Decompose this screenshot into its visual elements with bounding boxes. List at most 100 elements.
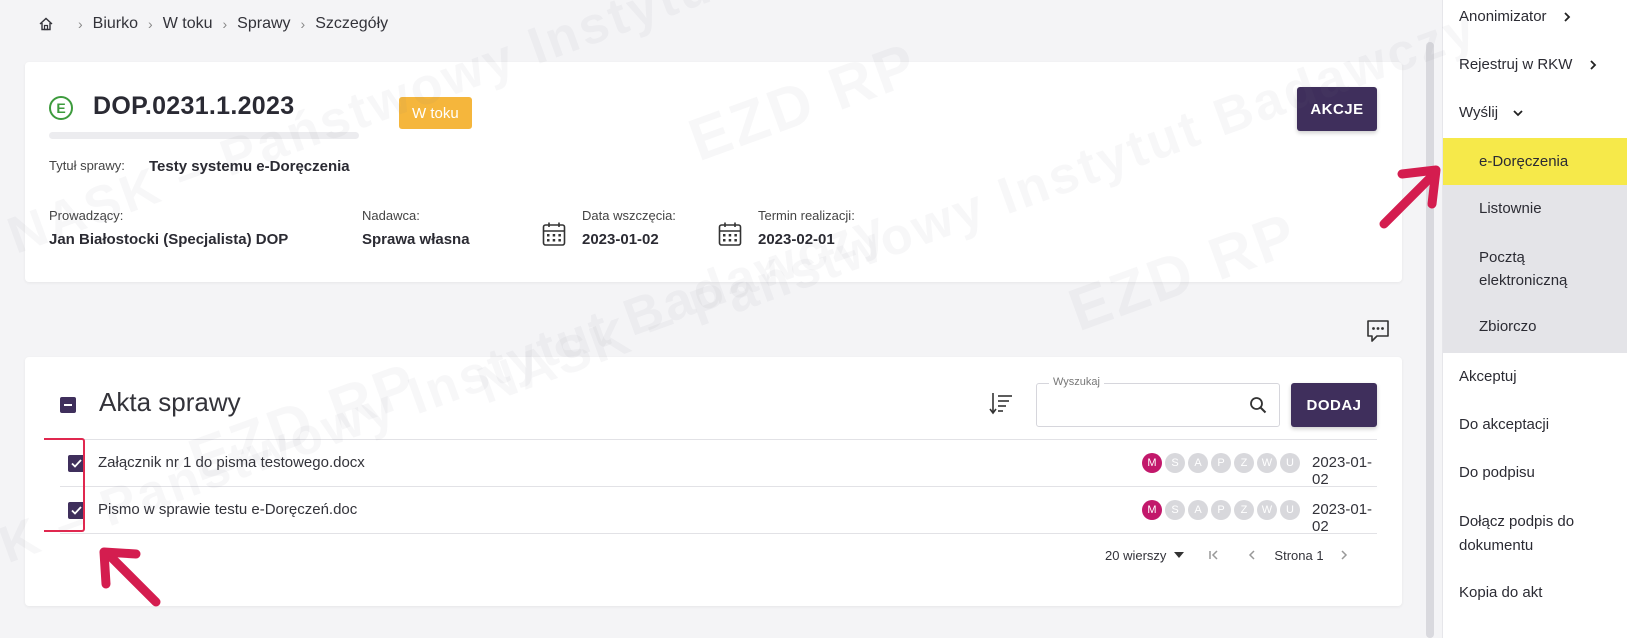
breadcrumb-item-in-progress[interactable]: W toku [163,15,213,33]
sidebar-item-label: Listownie [1479,200,1542,217]
rows-per-page-select[interactable]: 20 wierszy [1105,547,1185,563]
table-row[interactable]: Załącznik nr 1 do pisma testowego.docx M… [60,440,1377,488]
first-page-icon[interactable] [1206,547,1222,563]
chevron-right-icon [1564,12,1570,22]
sidebar-item-label: Do podpisu [1459,464,1535,481]
breadcrumb-separator: › [148,16,153,32]
lead-value: Jan Białostocki (Specjalista) DOP [49,231,289,248]
search-icon[interactable] [1249,396,1267,414]
badge-s: S [1165,500,1185,520]
sidebar-item-label: Wyślij [1459,104,1499,121]
sidebar-item-collective[interactable]: Zbiorczo [1443,301,1627,353]
case-files-card: Akta sprawy Wyszukaj DODAJ Załącznik nr … [25,357,1402,606]
status-badges: M S A P Z W U [1142,453,1300,473]
badge-z: Z [1234,453,1254,473]
breadcrumb-item-desk[interactable]: Biurko [93,15,138,33]
badge-a: A [1188,453,1208,473]
sidebar-item-accept[interactable]: Akceptuj [1443,368,1627,385]
prev-page-icon[interactable] [1244,547,1260,563]
case-details-card: E DOP.0231.1.2023 W toku AKCJE Tytuł spr… [25,62,1402,282]
page-indicator: Strona 1 [1274,547,1324,563]
badge-m: M [1142,500,1162,520]
search-field[interactable]: Wyszukaj [1036,376,1280,427]
scrollbar[interactable] [1426,42,1434,638]
sidebar-item-label: Pocztą elektroniczną [1479,249,1568,289]
sidebar-item-label: Dołącz podpis do dokumentu [1459,513,1575,554]
badge-s: S [1165,453,1185,473]
files-title: Akta sprawy [99,387,241,417]
sidebar-item-label: Do akceptacji [1459,416,1550,433]
case-number: DOP.0231.1.2023 [93,92,295,120]
badge-m: M [1142,453,1162,473]
badge-w: W [1257,453,1277,473]
sidebar-item-label: Anonimizator [1459,8,1547,25]
sidebar-item-by-email[interactable]: Pocztą elektroniczną [1443,232,1627,301]
collapse-icon[interactable] [60,397,76,413]
sender-label: Nadawca: [362,208,420,223]
sidebar-item-label: Akceptuj [1459,368,1517,385]
breadcrumb: › Biurko › W toku › Sprawy › Szczegóły [38,14,388,34]
sort-icon[interactable] [988,390,1014,416]
sidebar-item-for-acceptance[interactable]: Do akceptacji [1443,416,1627,433]
sidebar-item-anonymizer[interactable]: Anonimizator [1443,8,1627,38]
file-name[interactable]: Załącznik nr 1 do pisma testowego.docx [98,454,365,471]
sender-value: Sprawa własna [362,231,470,248]
chevron-down-icon [1513,110,1523,117]
lead-field: Prowadzący: Jan Białostocki (Specjalista… [49,208,288,248]
rows-per-page-value: 20 wierszy [1105,547,1167,563]
case-title-label: Tytuł sprawy: [49,158,125,173]
sidebar-item-attach-signature[interactable]: Dołącz podpis do dokumentu [1443,510,1627,558]
sidebar-item-label: Kopia do akt [1459,584,1543,601]
deadline-value: 2023-02-01 [758,231,835,248]
add-button[interactable]: DODAJ [1291,383,1377,427]
breadcrumb-separator: › [222,16,228,32]
sidebar-item-e-delivery[interactable]: e-Doręczenia [1443,138,1627,185]
table-row[interactable]: Pismo w sprawie testu e-Doręczeń.doc M S… [60,487,1377,535]
deadline-field: Termin realizacji: 2023-02-01 [758,208,855,248]
breadcrumb-item-cases[interactable]: Sprawy [237,15,290,33]
selection-annotation [44,438,85,532]
badge-w: W [1257,500,1277,520]
calendar-icon [542,221,566,247]
actions-sidebar: Anonimizator Rejestruj w RKW Wyślij e-Do… [1442,0,1636,638]
sidebar-item-label: Rejestruj w RKW [1459,56,1573,73]
sidebar-item-copy-to-files[interactable]: Kopia do akt [1443,584,1627,601]
sidebar-item-register-rkw[interactable]: Rejestruj w RKW [1443,56,1627,86]
breadcrumb-separator: › [300,16,306,32]
sender-field: Nadawca: Sprawa własna [362,208,470,248]
sidebar-item-label: Zbiorczo [1479,318,1537,335]
actions-button[interactable]: AKCJE [1297,87,1377,131]
e-delivery-icon: E [49,96,73,120]
badge-a: A [1188,500,1208,520]
status-badge: W toku [399,97,472,129]
start-date-field: Data wszczęcia: 2023-01-02 [582,208,676,248]
home-icon[interactable] [38,16,54,32]
calendar-icon [718,221,742,247]
file-name[interactable]: Pismo w sprawie testu e-Doręczeń.doc [98,501,357,518]
file-date: 2023-01-02 [1312,454,1373,488]
search-input[interactable] [1047,394,1237,416]
comment-icon[interactable] [1365,318,1391,344]
sidebar-item-by-post[interactable]: Listownie [1443,185,1627,232]
next-page-icon[interactable] [1336,547,1352,563]
file-date: 2023-01-02 [1312,501,1373,535]
badge-u: U [1280,453,1300,473]
pagination: 20 wierszy Strona 1 [1105,547,1352,563]
case-title-value: Testy systemu e-Doręczenia [149,158,350,175]
badge-p: P [1211,500,1231,520]
case-number-underline [49,132,359,139]
breadcrumb-item-details: Szczegóły [315,15,389,32]
annotation-arrow-icon [1379,165,1441,229]
sidebar-item-label: e-Doręczenia [1479,153,1569,170]
start-date-label: Data wszczęcia: [582,208,676,223]
badge-p: P [1211,453,1231,473]
chevron-right-icon [1589,60,1596,70]
deadline-label: Termin realizacji: [758,208,855,223]
caret-down-icon [1174,552,1185,558]
search-label: Wyszukaj [1049,376,1104,388]
badge-u: U [1280,500,1300,520]
start-date-value: 2023-01-02 [582,231,659,248]
lead-label: Prowadzący: [49,208,124,223]
sidebar-item-send[interactable]: Wyślij [1443,104,1627,134]
sidebar-item-for-signature[interactable]: Do podpisu [1443,464,1627,481]
